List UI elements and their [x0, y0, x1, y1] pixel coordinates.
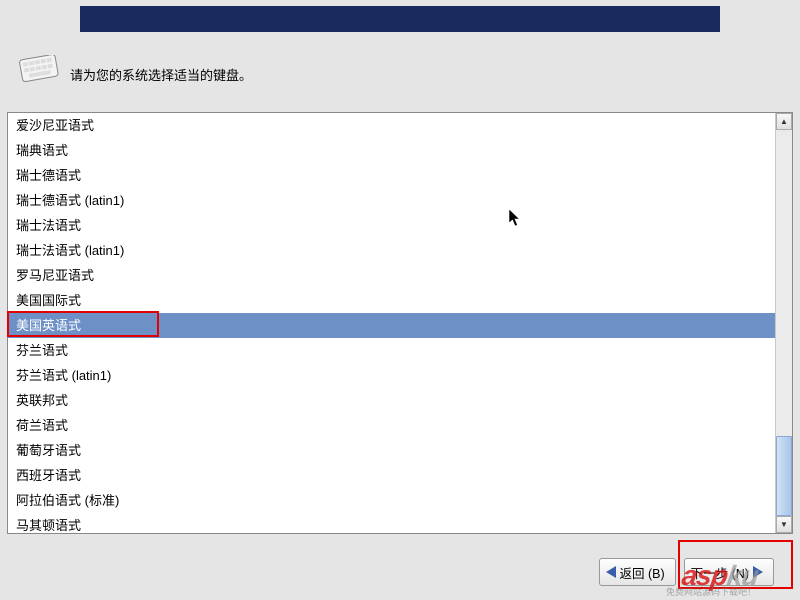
- keyboard-icon: [18, 55, 60, 83]
- back-button[interactable]: 返回 (B): [599, 558, 676, 586]
- list-item[interactable]: 瑞士德语式: [8, 163, 775, 188]
- scroll-up-button[interactable]: ▲: [776, 113, 792, 130]
- list-item[interactable]: 瑞士法语式: [8, 213, 775, 238]
- list-item[interactable]: 阿拉伯语式 (标准): [8, 488, 775, 513]
- arrow-left-icon: [606, 566, 616, 578]
- list-item[interactable]: 瑞士德语式 (latin1): [8, 188, 775, 213]
- list-item[interactable]: 葡萄牙语式: [8, 438, 775, 463]
- scroll-down-button[interactable]: ▼: [776, 516, 792, 533]
- list-item[interactable]: 马其顿语式: [8, 513, 775, 533]
- prompt-text: 请为您的系统选择适当的键盘。: [70, 65, 252, 84]
- next-button[interactable]: 下一步 (N): [684, 558, 774, 586]
- header-bar: [80, 6, 720, 32]
- list-item[interactable]: 芬兰语式: [8, 338, 775, 363]
- scroll-track[interactable]: [776, 130, 792, 516]
- keyboard-layout-list[interactable]: 爱沙尼亚语式瑞典语式瑞士德语式瑞士德语式 (latin1)瑞士法语式瑞士法语式 …: [7, 112, 793, 534]
- list-item[interactable]: 爱沙尼亚语式: [8, 113, 775, 138]
- watermark-sub: 免费网站源码下载吧！: [666, 585, 756, 598]
- back-button-label: 返回 (B): [620, 563, 665, 582]
- list-item[interactable]: 瑞典语式: [8, 138, 775, 163]
- list-item[interactable]: 美国英语式: [8, 313, 775, 338]
- list-content: 爱沙尼亚语式瑞典语式瑞士德语式瑞士德语式 (latin1)瑞士法语式瑞士法语式 …: [8, 113, 775, 533]
- list-item[interactable]: 瑞士法语式 (latin1): [8, 238, 775, 263]
- scroll-thumb[interactable]: [776, 436, 792, 516]
- list-item[interactable]: 美国国际式: [8, 288, 775, 313]
- list-item[interactable]: 罗马尼亚语式: [8, 263, 775, 288]
- list-item[interactable]: 荷兰语式: [8, 413, 775, 438]
- button-row: 返回 (B) 下一步 (N): [599, 558, 774, 586]
- list-item[interactable]: 英联邦式: [8, 388, 775, 413]
- list-item[interactable]: 芬兰语式 (latin1): [8, 363, 775, 388]
- arrow-right-icon: [753, 566, 763, 578]
- scrollbar[interactable]: ▲ ▼: [775, 113, 792, 533]
- list-item[interactable]: 西班牙语式: [8, 463, 775, 488]
- next-button-label: 下一步 (N): [691, 563, 749, 582]
